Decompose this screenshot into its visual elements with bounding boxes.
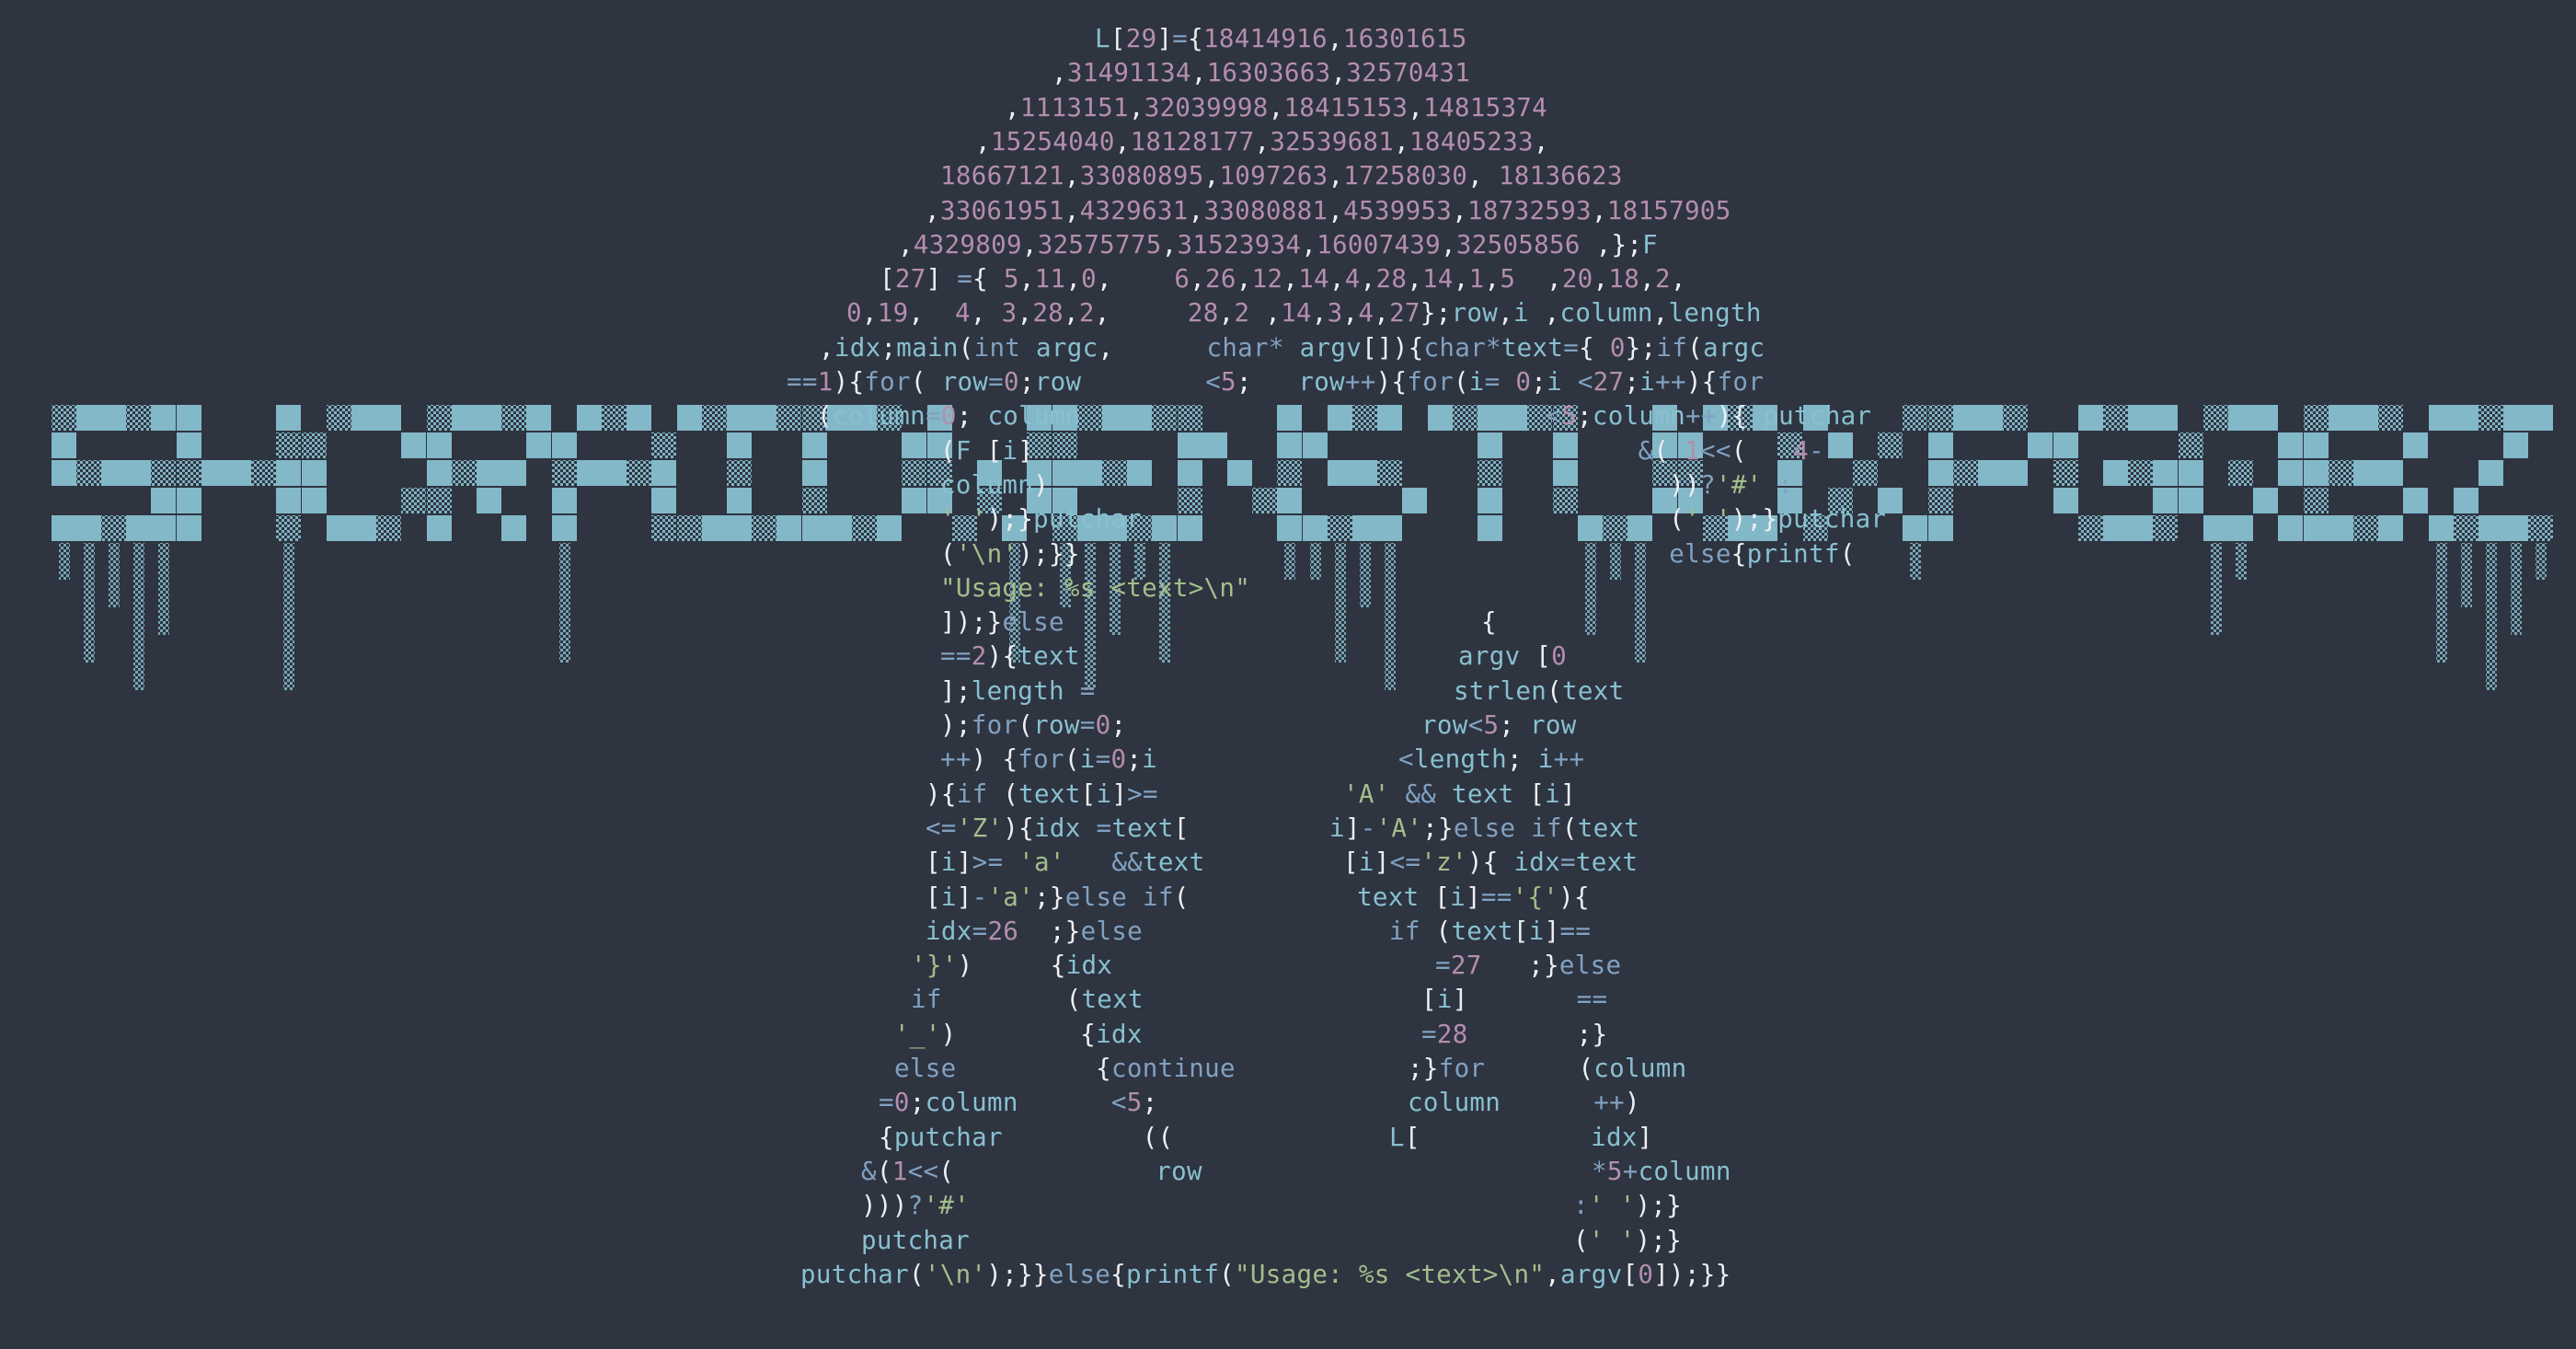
code-line: putchar('\n');}}else{printf("Usage: %s <… bbox=[800, 1259, 1731, 1289]
code-line-right: <length; i++ bbox=[1398, 744, 1585, 775]
code-line: '_') {idx bbox=[894, 1019, 1143, 1049]
code-line: );for(row=0; bbox=[940, 710, 1127, 740]
code-line: ==2){text bbox=[940, 641, 1080, 672]
code-line: =0;column <5; bbox=[879, 1088, 1158, 1118]
code-line-right: =27 ;}else bbox=[1435, 951, 1622, 981]
code-line: &(1<<( row bbox=[861, 1156, 1202, 1186]
code-line: {putchar (( bbox=[879, 1122, 1174, 1152]
ascii-art-canvas: L[29]={18414916,16301615 ,31491134,163036… bbox=[0, 0, 2576, 1349]
code-line: 18667121,33080895,1097263,17258030, 1813… bbox=[940, 161, 1623, 191]
code-line-right: :' ');} bbox=[1573, 1191, 1683, 1221]
code-line: putchar bbox=[861, 1225, 970, 1255]
code-line: '}') {idx bbox=[911, 951, 1113, 981]
code-line: if (text bbox=[911, 985, 1144, 1015]
code-line: [i]-'a';}else if( bbox=[926, 882, 1190, 912]
code-line: ]);}else bbox=[940, 607, 1064, 638]
code-line-right: ;}for (column bbox=[1408, 1054, 1687, 1083]
code-line: ){if (text[i]>= bbox=[926, 778, 1158, 809]
code-line-right: row<5; row bbox=[1421, 710, 1577, 740]
code-line: ];length = bbox=[940, 675, 1096, 706]
code-line-right: i]-'A';}else if(text bbox=[1329, 813, 1640, 843]
code-line-right: 'A' && text [i] bbox=[1343, 778, 1576, 809]
code-line-right: column ++) bbox=[1408, 1088, 1640, 1118]
code-line: ,4329809,32575775,31523934,16007439,3250… bbox=[898, 229, 1659, 259]
code-line: ==1){for( row=0;row <5; row++){for(i= 0;… bbox=[787, 367, 1765, 397]
code-line-right: (' ');} bbox=[1573, 1225, 1683, 1255]
code-text-block: L[29]={18414916,16301615 ,31491134,163036… bbox=[0, 0, 2576, 1349]
code-line: idx=26 ;}else bbox=[926, 916, 1144, 946]
code-line-right: *5+column bbox=[1592, 1156, 1731, 1186]
code-line: ,idx;main(int argc, char* argv[]){char*t… bbox=[819, 332, 1765, 363]
code-line: L[29]={18414916,16301615 bbox=[1095, 24, 1467, 53]
code-line-right: text [i]=='{'){ bbox=[1357, 882, 1590, 912]
code-line: 0,19, 4, 3,28,2, 28,2 ,14,3,4,27};row,i … bbox=[846, 298, 1762, 329]
code-line: (column=0; column <5;column++){ putchar bbox=[817, 401, 1872, 432]
code-line: ,15254040,18128177,32539681,18405233, bbox=[975, 126, 1549, 156]
code-line: <='Z'){idx =text[ bbox=[926, 813, 1190, 843]
code-line-right: [i]<='z'){ idx=text bbox=[1343, 847, 1639, 878]
code-line: column) ))?'#' : bbox=[940, 469, 1794, 500]
code-line: ,1113151,32039998,18415153,14815374 bbox=[1005, 92, 1548, 122]
code-line-right: if (text[i]== bbox=[1389, 916, 1592, 946]
code-line: ,33061951,4329631,33080881,4539953,18732… bbox=[925, 195, 1731, 225]
code-line-right: argv [0 bbox=[1458, 641, 1568, 672]
code-line: (F [i] &( 1<<( 4- bbox=[940, 435, 1824, 466]
code-line: )))?'#' bbox=[861, 1191, 971, 1221]
code-line-right: =28 ;} bbox=[1421, 1019, 1608, 1049]
code-line: ('\n');}} else{printf( bbox=[940, 538, 1856, 569]
code-line: ,31491134,16303663,32570431 bbox=[1052, 58, 1471, 88]
code-line: else {continue bbox=[894, 1054, 1236, 1083]
code-line-right: { bbox=[1481, 607, 1497, 638]
code-line: ++) {for(i=0;i bbox=[940, 744, 1158, 775]
code-line-right: strlen(text bbox=[1454, 675, 1625, 706]
code-line: [27] ={ 5,11,0, 6,26,12,14,4,28,14,1,5 ,… bbox=[880, 264, 1686, 294]
code-line: [i]>= 'a' &&text bbox=[926, 847, 1205, 878]
code-line: ' ');}putchar (' ');}putchar bbox=[940, 504, 1887, 535]
code-line-right: [i] == bbox=[1421, 985, 1608, 1015]
code-line-right: L[ idx] bbox=[1389, 1122, 1653, 1152]
code-line: "Usage: %s <text>\n" bbox=[940, 572, 1251, 603]
